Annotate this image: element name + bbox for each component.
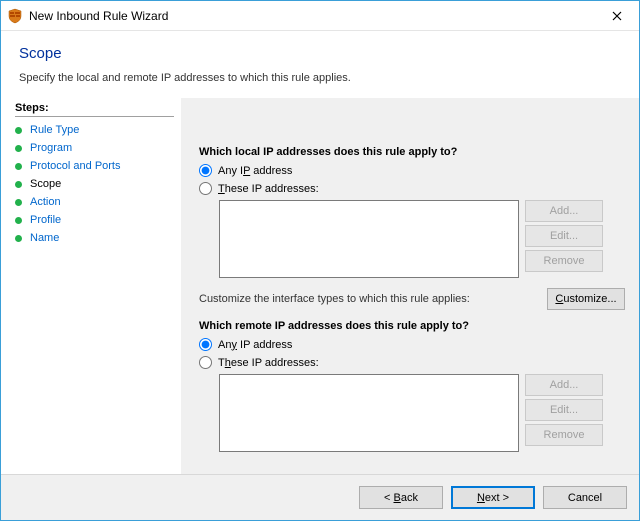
local-any-radio-input[interactable] (199, 164, 212, 177)
wizard-window: New Inbound Rule Wizard Scope Specify th… (0, 0, 640, 521)
step-profile[interactable]: Profile (15, 211, 180, 229)
bullet-icon (15, 181, 22, 188)
remote-edit-button[interactable]: Edit... (525, 399, 603, 421)
wizard-footer: < Back Next > Cancel (1, 474, 639, 520)
remote-question: Which remote IP addresses does this rule… (199, 320, 627, 332)
local-these-radio[interactable]: These IP addresses: (199, 182, 627, 195)
bullet-icon (15, 199, 22, 206)
back-button[interactable]: < Back (359, 486, 443, 509)
wizard-header: Scope Specify the local and remote IP ad… (1, 31, 639, 98)
remote-list-area: Add... Edit... Remove (219, 374, 627, 452)
remote-remove-button[interactable]: Remove (525, 424, 603, 446)
main-panel: Which local IP addresses does this rule … (181, 98, 639, 474)
step-protocol-ports[interactable]: Protocol and Ports (15, 157, 180, 175)
step-name[interactable]: Name (15, 229, 180, 247)
cancel-button[interactable]: Cancel (543, 486, 627, 509)
local-button-column: Add... Edit... Remove (525, 200, 603, 278)
firewall-icon (7, 8, 23, 24)
remote-button-column: Add... Edit... Remove (525, 374, 603, 452)
bullet-icon (15, 163, 22, 170)
step-scope[interactable]: Scope (15, 175, 180, 193)
titlebar: New Inbound Rule Wizard (1, 1, 639, 31)
local-ip-listbox[interactable] (219, 200, 519, 278)
customize-row: Customize the interface types to which t… (199, 288, 627, 310)
wizard-body: Steps: Rule Type Program Protocol and Po… (1, 98, 639, 474)
bullet-icon (15, 235, 22, 242)
bullet-icon (15, 127, 22, 134)
local-these-radio-input[interactable] (199, 182, 212, 195)
remote-these-radio[interactable]: These IP addresses: (199, 356, 627, 369)
steps-heading: Steps: (15, 102, 174, 117)
next-button[interactable]: Next > (451, 486, 535, 509)
customize-button[interactable]: Customize... (547, 288, 625, 310)
local-edit-button[interactable]: Edit... (525, 225, 603, 247)
remote-these-radio-input[interactable] (199, 356, 212, 369)
step-rule-type[interactable]: Rule Type (15, 121, 180, 139)
remote-add-button[interactable]: Add... (525, 374, 603, 396)
local-any-radio[interactable]: Any IP address (199, 164, 627, 177)
page-title: Scope (19, 45, 621, 62)
local-question: Which local IP addresses does this rule … (199, 146, 627, 158)
close-button[interactable] (594, 1, 639, 30)
remote-any-radio-input[interactable] (199, 338, 212, 351)
local-add-button[interactable]: Add... (525, 200, 603, 222)
customize-text: Customize the interface types to which t… (199, 293, 470, 305)
bullet-icon (15, 217, 22, 224)
window-title: New Inbound Rule Wizard (29, 9, 594, 23)
local-list-area: Add... Edit... Remove (219, 200, 627, 278)
remote-ip-listbox[interactable] (219, 374, 519, 452)
steps-sidebar: Steps: Rule Type Program Protocol and Po… (1, 98, 181, 474)
local-remove-button[interactable]: Remove (525, 250, 603, 272)
step-program[interactable]: Program (15, 139, 180, 157)
remote-any-radio[interactable]: Any IP address (199, 338, 627, 351)
bullet-icon (15, 145, 22, 152)
page-subtitle: Specify the local and remote IP addresse… (19, 72, 621, 84)
step-action[interactable]: Action (15, 193, 180, 211)
